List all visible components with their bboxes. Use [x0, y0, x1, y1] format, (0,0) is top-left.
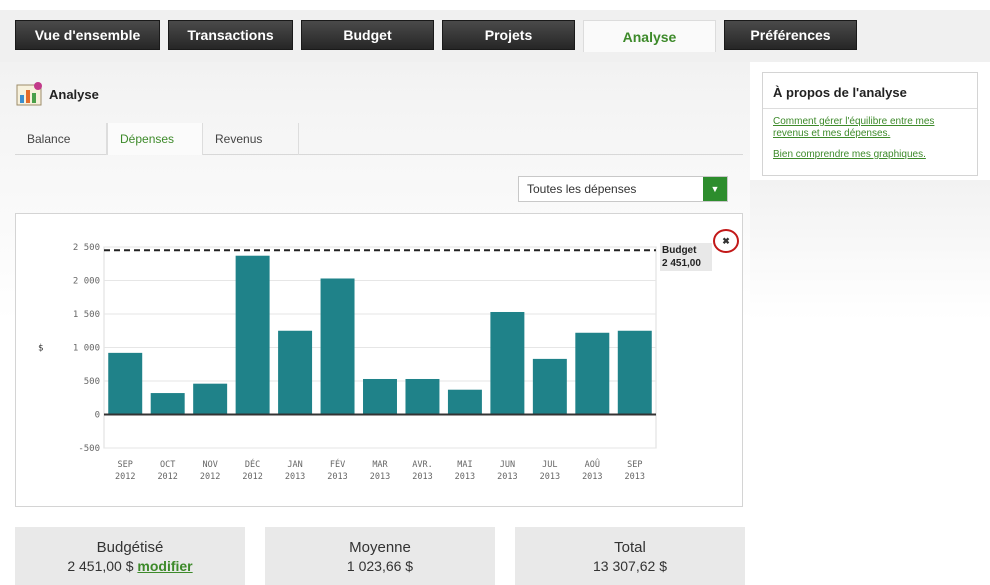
subtab-balance[interactable]: Balance — [15, 123, 107, 155]
x-tick-month: JUN — [500, 460, 515, 470]
x-tick-year: 2013 — [540, 472, 560, 482]
x-tick-month: JAN — [287, 460, 302, 470]
x-tick-year: 2013 — [625, 472, 645, 482]
budget-label-text: Budget — [662, 245, 697, 256]
expenses-filter-select[interactable]: Toutes les dépenses ▼ — [518, 176, 728, 202]
bar — [193, 383, 228, 415]
chart-analysis-icon — [16, 82, 42, 106]
average-value: 1 023,66 $ — [346, 558, 414, 574]
x-tick-year: 2013 — [412, 472, 432, 482]
x-tick-year: 2013 — [497, 472, 517, 482]
x-tick-year: 2013 — [455, 472, 475, 482]
budgeted-value-row: 2 451,00 $ modifier — [15, 558, 245, 574]
y-tick-label: 2 500 — [73, 243, 100, 253]
expenses-chart: 2 500 2 000 1 500 1 000 500 0 -500 $ SEP 2012 OCT 2… — [15, 213, 743, 507]
x-tick-month: NOV — [202, 460, 217, 470]
total-value: 13 307,62 $ — [593, 558, 667, 574]
x-tick-month: DÉC — [245, 458, 260, 470]
main-nav: Vue d'ensemble Transactions Budget Proje… — [15, 20, 865, 52]
y-tick-label: 1 000 — [73, 344, 100, 354]
bar — [150, 393, 185, 415]
x-tick-month: JUL — [542, 460, 557, 470]
bar — [363, 378, 397, 415]
filter-value: Toutes les dépenses — [527, 182, 637, 196]
tab-transactions[interactable]: Transactions — [168, 20, 293, 50]
budget-line-label: Budget 2 451,00 — [660, 243, 712, 271]
dropdown-arrow-icon[interactable]: ▼ — [703, 177, 727, 201]
sidebar-background — [750, 180, 990, 320]
x-tick-month: MAR — [372, 460, 388, 470]
tab-overview[interactable]: Vue d'ensemble — [15, 20, 160, 50]
x-tick-month: SEP — [118, 460, 133, 470]
x-tick-year: 2013 — [370, 472, 390, 482]
about-panel: À propos de l'analyse Comment gérer l'éq… — [762, 72, 978, 176]
bar — [235, 255, 270, 415]
chart-canvas: 2 500 2 000 1 500 1 000 500 0 -500 $ SEP 2012 OCT 2… — [38, 243, 657, 482]
x-tick-year: 2013 — [327, 472, 347, 482]
bar — [405, 378, 440, 415]
summary-budgeted: Budgétisé 2 451,00 $ modifier — [15, 527, 245, 585]
x-tick-month: AVR. — [412, 460, 432, 470]
y-tick-label: -500 — [78, 444, 100, 454]
x-tick-year: 2012 — [242, 472, 262, 482]
x-tick-year: 2013 — [582, 472, 602, 482]
bar — [532, 358, 567, 415]
subtab-income[interactable]: Revenus — [203, 123, 299, 155]
x-tick-year: 2012 — [115, 472, 135, 482]
average-label: Moyenne — [349, 539, 411, 556]
budgeted-label: Budgétisé — [96, 539, 164, 556]
x-tick-year: 2013 — [285, 472, 305, 482]
y-tick-label: 1 500 — [73, 310, 100, 320]
about-link-charts[interactable]: Bien comprendre mes graphiques. — [763, 149, 977, 161]
bar — [108, 352, 143, 415]
y-tick-label: 0 — [95, 411, 100, 421]
bar — [320, 278, 355, 415]
y-tick-label: 500 — [84, 377, 100, 387]
summary-average: Moyenne 1 023,66 $ — [265, 527, 495, 585]
bar — [447, 389, 482, 415]
tab-budget[interactable]: Budget — [301, 20, 434, 50]
tab-projects[interactable]: Projets — [442, 20, 575, 50]
subtab-expenses[interactable]: Dépenses — [107, 123, 203, 155]
summary-total: Total 13 307,62 $ — [515, 527, 745, 585]
total-label: Total — [614, 539, 646, 556]
bar — [575, 332, 610, 415]
y-tick-label: 2 000 — [73, 277, 100, 287]
x-tick-month: SEP — [627, 460, 642, 470]
bar — [278, 330, 313, 415]
subtab-bar: Balance Dépenses Revenus — [15, 123, 743, 155]
budget-label-value: 2 451,00 — [662, 258, 701, 269]
section-title: Analyse — [49, 86, 99, 102]
tab-analysis[interactable]: Analyse — [583, 20, 716, 52]
section-header: Analyse — [15, 80, 99, 108]
about-link-balance[interactable]: Comment gérer l'équilibre entre mes reve… — [763, 116, 977, 140]
x-tick-month: AOÛ — [585, 458, 600, 470]
modify-link[interactable]: modifier — [137, 558, 192, 574]
x-tick-month: FÉV — [330, 458, 345, 470]
x-tick-year: 2012 — [157, 472, 177, 482]
about-title: À propos de l'analyse — [763, 73, 977, 109]
bar — [490, 311, 525, 415]
x-tick-month: OCT — [160, 460, 175, 470]
budgeted-value: 2 451,00 $ — [67, 558, 134, 574]
y-axis-label: $ — [38, 344, 43, 354]
bar — [617, 330, 652, 415]
x-tick-year: 2012 — [200, 472, 220, 482]
close-icon[interactable]: ✖ — [713, 229, 739, 253]
tab-preferences[interactable]: Préférences — [724, 20, 857, 50]
x-tick-month: MAI — [457, 460, 472, 470]
